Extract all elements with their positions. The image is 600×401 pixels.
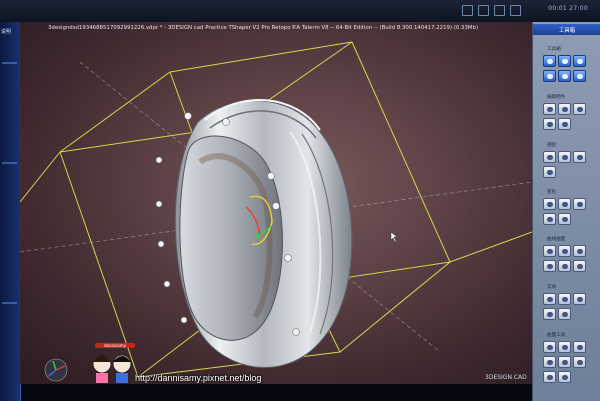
section-label: 工具箱	[547, 47, 561, 52]
zoom-icon[interactable]	[494, 5, 505, 16]
tool-button[interactable]	[543, 151, 556, 163]
tool-button[interactable]	[573, 151, 586, 163]
ring-tool-icon[interactable]	[573, 55, 586, 67]
tool-button[interactable]	[558, 260, 571, 272]
tool-button[interactable]	[558, 198, 571, 210]
blog-badge-text: dannisamy	[95, 343, 135, 348]
section-label: 实体	[547, 285, 557, 290]
tool-button[interactable]	[573, 103, 586, 115]
ring-tool-icon[interactable]	[543, 55, 556, 67]
tool-button[interactable]	[558, 151, 571, 163]
move-icon[interactable]	[478, 5, 489, 16]
section-label: 捕捉	[547, 143, 557, 148]
tool-button[interactable]	[543, 198, 556, 210]
tool-button[interactable]	[573, 198, 586, 210]
tool-button[interactable]	[573, 356, 586, 368]
tool-button[interactable]	[573, 260, 586, 272]
tool-button[interactable]	[543, 260, 556, 272]
tool-button[interactable]	[543, 308, 556, 320]
ring-tool-icon[interactable]	[573, 70, 586, 82]
left-panel-label: 说明	[1, 29, 12, 35]
screen: 00:01 27:00 说明 3designdsd193468851709299…	[0, 0, 600, 401]
ring-model	[155, 98, 353, 368]
left-panel: 说明	[0, 22, 21, 401]
toolbox-header-label: 工具箱	[559, 28, 576, 34]
ring-tool-icon[interactable]	[543, 70, 556, 82]
tool-button[interactable]	[558, 118, 571, 130]
toolbox-panel: 工具箱 工具箱 编辑物件 捕捉 变形 曲线曲面 实体 曲面工具	[532, 22, 600, 401]
left-panel-divider	[2, 302, 17, 304]
tool-button[interactable]	[558, 293, 571, 305]
tool-button[interactable]	[543, 118, 556, 130]
viewport-canvas	[20, 41, 532, 382]
tool-button[interactable]	[573, 293, 586, 305]
tool-button[interactable]	[543, 103, 556, 115]
axis-indicator	[44, 358, 68, 382]
settings-icon[interactable]	[510, 5, 521, 16]
tool-button[interactable]	[558, 308, 571, 320]
ring-tool-icon[interactable]	[558, 70, 571, 82]
tool-button[interactable]	[543, 371, 556, 383]
ring-tool-icon[interactable]	[558, 55, 571, 67]
app-logo: 3DESIGN CAD	[485, 374, 527, 381]
top-toolbar: 00:01 27:00	[0, 0, 600, 22]
tool-button[interactable]	[558, 356, 571, 368]
section-label: 编辑物件	[547, 95, 566, 100]
tool-button[interactable]	[573, 341, 586, 353]
left-panel-divider	[2, 162, 17, 164]
pen-icon[interactable]	[462, 5, 473, 16]
3d-viewport[interactable]: 3designdsd1934688517092991226.vdpr * - 3…	[20, 22, 532, 384]
tool-button[interactable]	[543, 293, 556, 305]
watermark-url: http://dannisamy.pixnet.net/blog	[135, 373, 262, 383]
viewport-title: 3designdsd1934688517092991226.vdpr * - 3…	[48, 25, 479, 31]
section-label: 变形	[547, 190, 557, 195]
blog-mascot-badge	[92, 354, 132, 383]
tool-button[interactable]	[543, 341, 556, 353]
tool-button[interactable]	[558, 341, 571, 353]
tool-button[interactable]	[558, 213, 571, 225]
section-label: 曲线曲面	[547, 237, 566, 242]
tool-button[interactable]	[558, 371, 571, 383]
tool-button[interactable]	[543, 166, 556, 178]
mouse-cursor	[390, 231, 398, 243]
toolbox-header: 工具箱	[533, 24, 600, 35]
tool-button[interactable]	[573, 245, 586, 257]
tool-button[interactable]	[543, 356, 556, 368]
left-panel-divider	[2, 62, 17, 64]
tool-button[interactable]	[558, 103, 571, 115]
tool-button[interactable]	[543, 213, 556, 225]
tool-button[interactable]	[558, 245, 571, 257]
tool-button[interactable]	[543, 245, 556, 257]
clock-readout: 00:01 27:00	[548, 5, 588, 12]
section-label: 曲面工具	[547, 333, 566, 338]
